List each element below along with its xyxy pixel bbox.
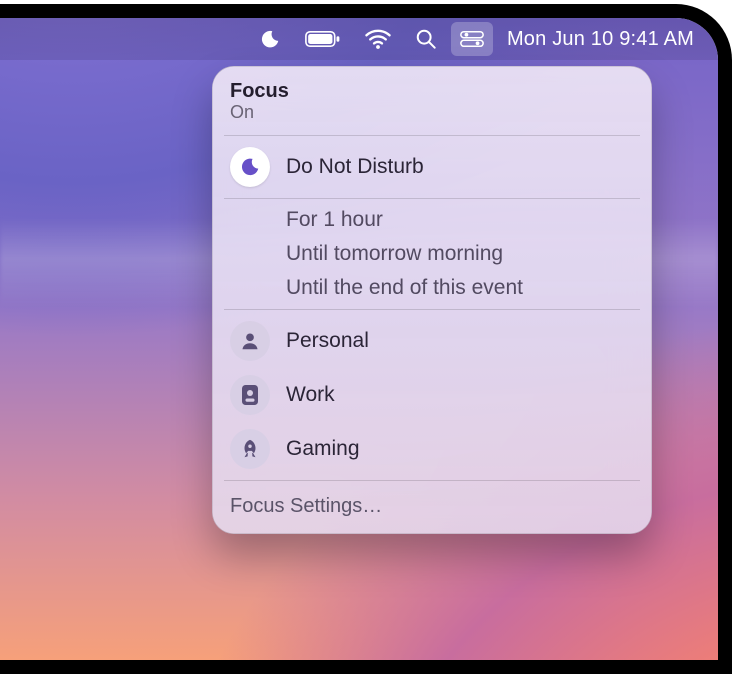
do-not-disturb-label: Do Not Disturb (286, 155, 424, 179)
dnd-option-tomorrow-morning[interactable]: Until tomorrow morning (212, 237, 652, 271)
focus-status-icon[interactable] (249, 18, 291, 60)
id-badge-icon (230, 375, 270, 415)
dnd-option-end-of-event[interactable]: Until the end of this event (212, 271, 652, 305)
focus-title: Focus (230, 80, 634, 103)
spotlight-search-icon[interactable] (405, 18, 447, 60)
control-center-icon[interactable] (451, 22, 493, 56)
work-label: Work (286, 383, 335, 407)
menubar: Mon Jun 10 9:41 AM (0, 18, 718, 60)
wifi-status-icon[interactable] (355, 18, 401, 60)
person-icon (230, 321, 270, 361)
focus-panel-header: Focus On (212, 78, 652, 131)
dnd-option-1-hour[interactable]: For 1 hour (212, 203, 652, 237)
focus-panel: Focus On Do Not Disturb For 1 hour Until… (212, 66, 652, 534)
battery-status-icon[interactable] (295, 18, 351, 60)
focus-mode-do-not-disturb[interactable]: Do Not Disturb (212, 140, 652, 194)
menubar-datetime[interactable]: Mon Jun 10 9:41 AM (497, 18, 704, 60)
divider (224, 309, 640, 310)
focus-mode-personal[interactable]: Personal (212, 314, 652, 368)
focus-settings-link[interactable]: Focus Settings… (212, 485, 652, 524)
gaming-label: Gaming (286, 437, 360, 461)
divider (224, 480, 640, 481)
divider (224, 135, 640, 136)
datetime-text: Mon Jun 10 9:41 AM (507, 28, 694, 51)
moon-icon (230, 147, 270, 187)
focus-mode-gaming[interactable]: Gaming (212, 422, 652, 476)
rocket-icon (230, 429, 270, 469)
focus-status: On (230, 102, 634, 123)
focus-mode-work[interactable]: Work (212, 368, 652, 422)
divider (224, 198, 640, 199)
personal-label: Personal (286, 329, 369, 353)
